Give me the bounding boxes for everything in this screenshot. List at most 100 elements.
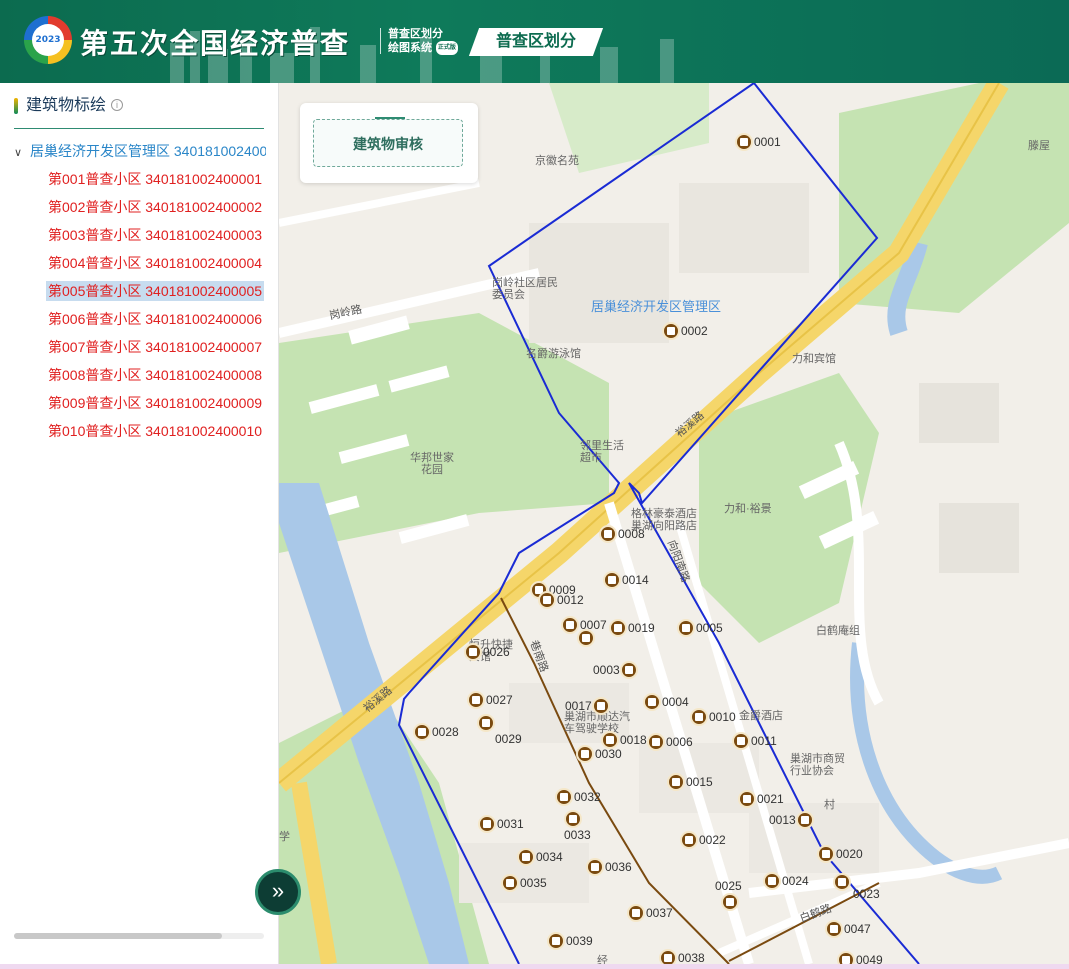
building-icon — [643, 693, 661, 711]
building-marker[interactable]: 0026 — [464, 643, 510, 661]
building-marker[interactable]: 0027 — [467, 691, 513, 709]
building-marker[interactable]: 0014 — [603, 571, 649, 589]
tree-item-001[interactable]: 第001普查小区 340181002400001 — [38, 169, 266, 197]
map-label: 经 — [597, 955, 608, 964]
tab-census-division[interactable]: 普查区划分 — [468, 28, 604, 56]
building-marker[interactable]: 0005 — [677, 619, 723, 637]
building-marker[interactable]: 0038 — [659, 949, 705, 964]
census-logo: 2023 — [24, 16, 72, 64]
building-icon — [577, 629, 595, 647]
building-marker[interactable]: 0017 — [565, 697, 611, 715]
building-marker[interactable]: 0035 — [501, 874, 547, 892]
building-id: 0037 — [646, 906, 673, 920]
subzone-list: 第001普查小区 340181002400001 第002普查小区 340181… — [38, 169, 266, 449]
building-marker[interactable]: 0031 — [478, 815, 524, 833]
building-marker[interactable]: 0039 — [547, 932, 593, 950]
building-id: 0021 — [757, 792, 784, 806]
building-marker[interactable]: 0011 — [732, 732, 777, 750]
subtitle-line1: 普查区划分 — [388, 27, 443, 40]
tab-label: 普查区划分 — [495, 33, 576, 50]
building-marker[interactable]: 0033 — [564, 810, 591, 842]
collapse-sidebar-button[interactable]: » — [255, 869, 301, 915]
map-label: 京徽名苑 — [535, 155, 579, 167]
building-marker[interactable]: 0021 — [738, 790, 784, 808]
map-label: 华邦世家花园 — [410, 452, 454, 476]
map-label: 力和·裕景 — [724, 503, 772, 515]
building-id: 0035 — [520, 876, 547, 890]
building-icon — [576, 745, 594, 763]
map-canvas[interactable]: 京徽名苑 岗岭社区居民委员会 岗岭路 名爵游泳馆 华邦世家花园 邻里生活超市 居… — [279, 83, 1069, 964]
building-marker[interactable] — [833, 873, 852, 891]
building-marker[interactable]: 0024 — [763, 872, 809, 890]
scrollbar-thumb[interactable] — [14, 933, 222, 939]
building-marker[interactable]: 0012 — [538, 591, 584, 609]
building-icon — [467, 691, 485, 709]
building-marker[interactable]: 0013 — [769, 811, 815, 829]
building-id: 0006 — [666, 735, 693, 749]
tree-item-008[interactable]: 第008普查小区 340181002400008 — [38, 365, 266, 393]
building-id: 0005 — [696, 621, 723, 635]
tree-item-label: 第001普查小区 340181002400001 — [48, 171, 263, 187]
tree-item-002[interactable]: 第002普查小区 340181002400002 — [38, 197, 266, 225]
building-review-button[interactable]: 建筑物审核 — [313, 119, 463, 167]
building-icon — [662, 322, 680, 340]
building-id: 0039 — [566, 934, 593, 948]
map-label: 白鹤庵组 — [816, 625, 860, 637]
map-label: 邻里生活超市 — [580, 440, 624, 464]
building-id: 0026 — [483, 645, 510, 659]
building-marker[interactable]: 0001 — [735, 133, 781, 151]
tree-item-007[interactable]: 第007普查小区 340181002400007 — [38, 337, 266, 365]
building-icon — [677, 619, 695, 637]
tree-item-004[interactable]: 第004普查小区 340181002400004 — [38, 253, 266, 281]
map-label: 力和宾馆 — [792, 353, 836, 365]
building-marker[interactable]: 0029 — [477, 714, 522, 746]
building-marker[interactable]: 0030 — [576, 745, 622, 763]
tree-item-009[interactable]: 第009普查小区 340181002400009 — [38, 393, 266, 421]
building-icon — [599, 525, 617, 543]
tree-item-006[interactable]: 第006普查小区 340181002400006 — [38, 309, 266, 337]
building-marker[interactable]: 0028 — [413, 723, 459, 741]
building-icon — [586, 858, 604, 876]
building-marker[interactable]: 0002 — [662, 322, 708, 340]
building-id: 0031 — [497, 817, 524, 831]
tree-root-district[interactable]: ∨ 居巢经济开发区管理区 340181002400 — [14, 141, 266, 161]
building-icon — [413, 723, 431, 741]
building-marker[interactable]: 0020 — [817, 845, 863, 863]
building-marker[interactable]: 0010 — [690, 708, 736, 726]
building-id: 0018 — [620, 733, 647, 747]
building-marker[interactable]: 0049 — [837, 951, 883, 964]
building-icon — [732, 732, 750, 750]
sidebar-header: 建筑物标绘 i — [14, 95, 264, 129]
info-icon[interactable]: i — [111, 99, 123, 111]
building-id: 0014 — [622, 573, 649, 587]
building-marker[interactable]: 0032 — [555, 788, 601, 806]
building-icon — [619, 661, 638, 679]
building-id: 0028 — [432, 725, 459, 739]
building-marker[interactable]: 0025 — [715, 879, 742, 911]
building-marker[interactable]: 0006 — [647, 733, 693, 751]
building-marker[interactable]: 0019 — [609, 619, 655, 637]
building-marker[interactable] — [577, 629, 596, 647]
tree-item-label: 第010普查小区 340181002400010 — [48, 423, 263, 439]
subtitle-line2: 绘图系统 — [388, 41, 432, 54]
tree-item-010[interactable]: 第010普查小区 340181002400010 — [38, 421, 266, 449]
building-id: 0011 — [751, 734, 777, 748]
building-icon — [690, 708, 708, 726]
building-marker[interactable]: 0034 — [517, 848, 563, 866]
chevron-down-icon[interactable]: ∨ — [14, 143, 30, 161]
building-marker[interactable]: 0008 — [599, 525, 645, 543]
building-marker[interactable]: 0015 — [667, 773, 713, 791]
building-icon — [501, 874, 519, 892]
building-marker[interactable]: 0003 — [593, 661, 639, 679]
building-marker[interactable]: 0022 — [680, 831, 726, 849]
building-marker[interactable]: 0037 — [627, 904, 673, 922]
tree-item-005[interactable]: 第005普查小区 340181002400005 — [38, 281, 266, 309]
building-marker[interactable]: 0036 — [586, 858, 632, 876]
building-icon — [735, 133, 753, 151]
title-divider — [380, 28, 381, 54]
building-marker[interactable]: 0004 — [643, 693, 689, 711]
horizontal-scrollbar[interactable] — [14, 933, 264, 939]
tree-item-003[interactable]: 第003普查小区 340181002400003 — [38, 225, 266, 253]
building-id: 0012 — [557, 593, 584, 607]
building-marker[interactable]: 0047 — [825, 920, 871, 938]
